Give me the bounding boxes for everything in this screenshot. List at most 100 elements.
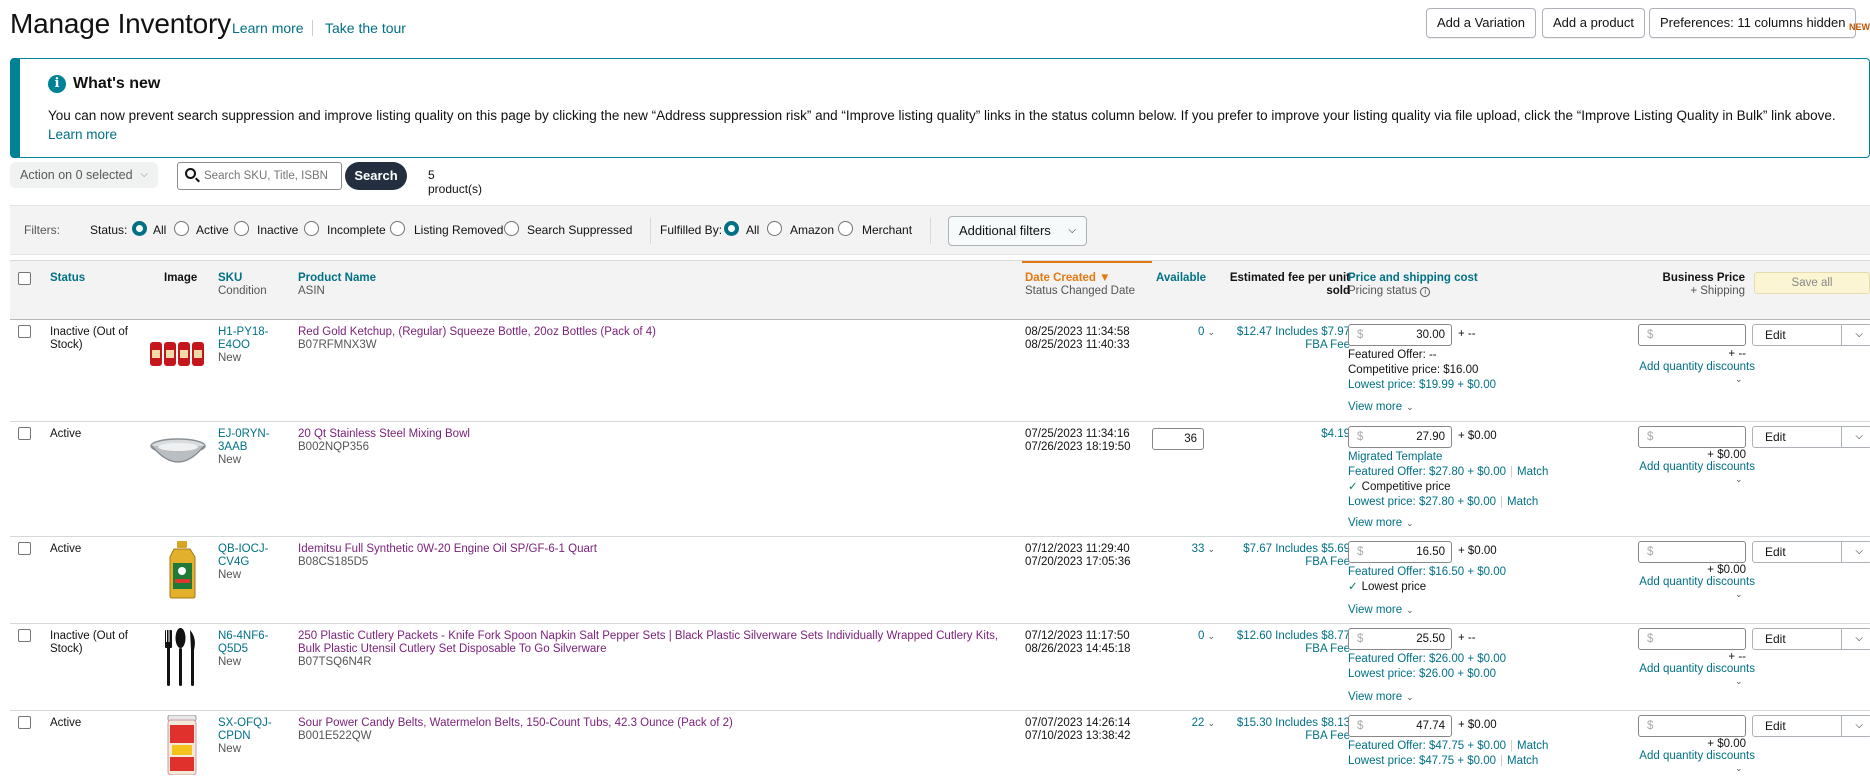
chevron-down-icon[interactable]: ⌵ bbox=[1855, 716, 1863, 736]
row-checkbox[interactable] bbox=[18, 716, 31, 729]
edit-button[interactable]: Edit ⌵ bbox=[1752, 541, 1870, 563]
row-fee[interactable]: $4.19 bbox=[1225, 428, 1350, 441]
chevron-down-icon[interactable]: ⌄ bbox=[1735, 474, 1743, 485]
row-available[interactable]: 22 ⌄ bbox=[1155, 717, 1215, 730]
lowest-price[interactable]: Lowest price: $19.99 + $0.00 bbox=[1348, 378, 1648, 393]
chevron-down-icon[interactable]: ⌵ bbox=[1855, 427, 1863, 447]
chevron-down-icon[interactable]: ⌵ bbox=[1855, 629, 1863, 649]
edit-button[interactable]: Edit ⌵ bbox=[1752, 426, 1870, 448]
row-fee[interactable]: $12.47 Includes $7.97 FBA Fee bbox=[1225, 326, 1350, 352]
business-price-input[interactable]: $ bbox=[1638, 715, 1746, 737]
product-image[interactable] bbox=[164, 628, 198, 692]
learn-more-link[interactable]: Learn more bbox=[232, 20, 304, 36]
status-radio-inactive[interactable] bbox=[234, 221, 249, 236]
product-image[interactable] bbox=[168, 541, 198, 603]
price-input[interactable]: $27.90 bbox=[1348, 426, 1452, 448]
row-checkbox[interactable] bbox=[18, 427, 31, 440]
info-icon[interactable]: i bbox=[1420, 287, 1431, 297]
row-checkbox[interactable] bbox=[18, 629, 31, 642]
add-quantity-discounts-link[interactable]: Add quantity discounts bbox=[1620, 663, 1755, 675]
match-link[interactable]: Match bbox=[1507, 755, 1538, 767]
match-link[interactable]: Match bbox=[1507, 496, 1538, 508]
add-variation-button[interactable]: Add a Variation bbox=[1426, 8, 1536, 38]
chevron-down-icon[interactable]: ⌄ bbox=[1735, 676, 1743, 687]
preferences-button[interactable]: Preferences: 11 columns hidden bbox=[1649, 8, 1857, 38]
row-checkbox[interactable] bbox=[18, 325, 31, 338]
chevron-down-icon[interactable]: ⌄ bbox=[1735, 374, 1743, 385]
row-checkbox[interactable] bbox=[18, 542, 31, 555]
status-radio-all[interactable] bbox=[132, 221, 147, 236]
view-more-link[interactable]: View more ⌄ bbox=[1348, 604, 1414, 616]
row-sku[interactable]: QB-IOCJ-CV4G New bbox=[218, 543, 278, 582]
match-link[interactable]: Match bbox=[1517, 740, 1548, 752]
row-sku[interactable]: H1-PY18-E4OO New bbox=[218, 326, 278, 365]
sku-text[interactable]: N6-4NF6-Q5D5 bbox=[218, 630, 278, 656]
row-sku[interactable]: N6-4NF6-Q5D5 New bbox=[218, 630, 278, 669]
bulk-action-select[interactable]: Action on 0 selected ⌵ bbox=[10, 162, 158, 188]
product-name-link[interactable]: Idemitsu Full Synthetic 0W-20 Engine Oil… bbox=[298, 543, 1018, 556]
col-price[interactable]: Price and shipping cost Pricing status i bbox=[1348, 272, 1478, 298]
match-link[interactable]: Match bbox=[1517, 466, 1548, 478]
business-price-input[interactable]: $ bbox=[1638, 426, 1746, 448]
col-date-created[interactable]: Date Created ▼ Status Changed Date bbox=[1025, 272, 1135, 298]
take-tour-link[interactable]: Take the tour bbox=[325, 20, 406, 36]
sku-text[interactable]: SX-OFQJ-CPDN bbox=[218, 717, 278, 743]
row-fee[interactable]: $7.67 Includes $5.69 FBA Fee bbox=[1225, 543, 1350, 569]
sku-text[interactable]: QB-IOCJ-CV4G bbox=[218, 543, 278, 569]
fulfilled-radio-all[interactable] bbox=[724, 221, 739, 236]
fulfilled-radio-merchant[interactable] bbox=[838, 221, 853, 236]
product-name-link[interactable]: Sour Power Candy Belts, Watermelon Belts… bbox=[298, 717, 1018, 730]
row-sku[interactable]: SX-OFQJ-CPDN New bbox=[218, 717, 278, 756]
status-radio-active[interactable] bbox=[174, 221, 189, 236]
add-quantity-discounts-link[interactable]: Add quantity discounts bbox=[1620, 361, 1755, 373]
price-input[interactable]: $30.00 bbox=[1348, 324, 1452, 346]
status-radio-listing-removed[interactable] bbox=[390, 221, 405, 236]
row-sku[interactable]: EJ-0RYN-3AAB New bbox=[218, 428, 278, 467]
price-input[interactable]: $16.50 bbox=[1348, 541, 1452, 563]
add-quantity-discounts-link[interactable]: Add quantity discounts bbox=[1620, 576, 1755, 588]
lowest-price[interactable]: Lowest price: $26.00 + $0.00 bbox=[1348, 667, 1648, 682]
business-price-input[interactable]: $ bbox=[1638, 324, 1746, 346]
search-button[interactable]: Search bbox=[345, 162, 407, 190]
row-available[interactable]: 0 ⌄ bbox=[1155, 630, 1215, 643]
col-available[interactable]: Available bbox=[1156, 272, 1206, 285]
product-image[interactable] bbox=[150, 436, 206, 472]
status-radio-search-suppressed[interactable] bbox=[504, 221, 519, 236]
product-name-link[interactable]: 20 Qt Stainless Steel Mixing Bowl bbox=[298, 428, 1018, 441]
additional-filters-button[interactable]: Additional filters ⌵ bbox=[948, 216, 1087, 246]
view-more-link[interactable]: View more ⌄ bbox=[1348, 401, 1414, 413]
chevron-down-icon[interactable]: ⌄ bbox=[1735, 763, 1743, 774]
chevron-down-icon[interactable]: ⌵ bbox=[1855, 542, 1863, 562]
edit-button[interactable]: Edit ⌵ bbox=[1752, 715, 1870, 737]
whats-new-learn-more-link[interactable]: Learn more bbox=[48, 127, 117, 142]
add-product-button[interactable]: Add a product bbox=[1542, 8, 1645, 38]
featured-offer[interactable]: Featured Offer: $16.50 + $0.00 bbox=[1348, 565, 1648, 580]
add-quantity-discounts-link[interactable]: Add quantity discounts bbox=[1620, 461, 1755, 473]
search-input[interactable] bbox=[204, 167, 336, 185]
product-image[interactable] bbox=[166, 714, 198, 779]
col-sku[interactable]: SKU Condition bbox=[218, 272, 267, 298]
select-all-checkbox[interactable] bbox=[18, 272, 31, 285]
fulfilled-radio-amazon[interactable] bbox=[767, 221, 782, 236]
row-available[interactable]: 0 ⌄ bbox=[1155, 326, 1215, 339]
chevron-down-icon[interactable]: ⌵ bbox=[1855, 325, 1863, 345]
row-fee[interactable]: $15.30 Includes $8.13 FBA Fee bbox=[1225, 717, 1350, 743]
product-name-link[interactable]: 250 Plastic Cutlery Packets - Knife Fork… bbox=[298, 630, 1018, 656]
business-price-input[interactable]: $ bbox=[1638, 628, 1746, 650]
add-quantity-discounts-link[interactable]: Add quantity discounts bbox=[1620, 750, 1755, 762]
product-image[interactable] bbox=[150, 340, 206, 372]
row-fee[interactable]: $12.60 Includes $8.77 FBA Fee bbox=[1225, 630, 1350, 656]
col-product-name[interactable]: Product Name ASIN bbox=[298, 272, 376, 298]
edit-button[interactable]: Edit ⌵ bbox=[1752, 628, 1870, 650]
sku-text[interactable]: H1-PY18-E4OO bbox=[218, 326, 278, 352]
save-all-button[interactable]: Save all bbox=[1754, 272, 1870, 294]
chevron-down-icon[interactable]: ⌄ bbox=[1735, 589, 1743, 600]
row-available[interactable]: 33 ⌄ bbox=[1155, 543, 1215, 556]
view-more-link[interactable]: View more ⌄ bbox=[1348, 517, 1414, 529]
business-price-input[interactable]: $ bbox=[1638, 541, 1746, 563]
price-input[interactable]: $25.50 bbox=[1348, 628, 1452, 650]
col-status[interactable]: Status bbox=[50, 272, 85, 285]
price-input[interactable]: $47.74 bbox=[1348, 715, 1452, 737]
view-more-link[interactable]: View more ⌄ bbox=[1348, 691, 1414, 703]
product-name-link[interactable]: Red Gold Ketchup, (Regular) Squeeze Bott… bbox=[298, 326, 1018, 339]
